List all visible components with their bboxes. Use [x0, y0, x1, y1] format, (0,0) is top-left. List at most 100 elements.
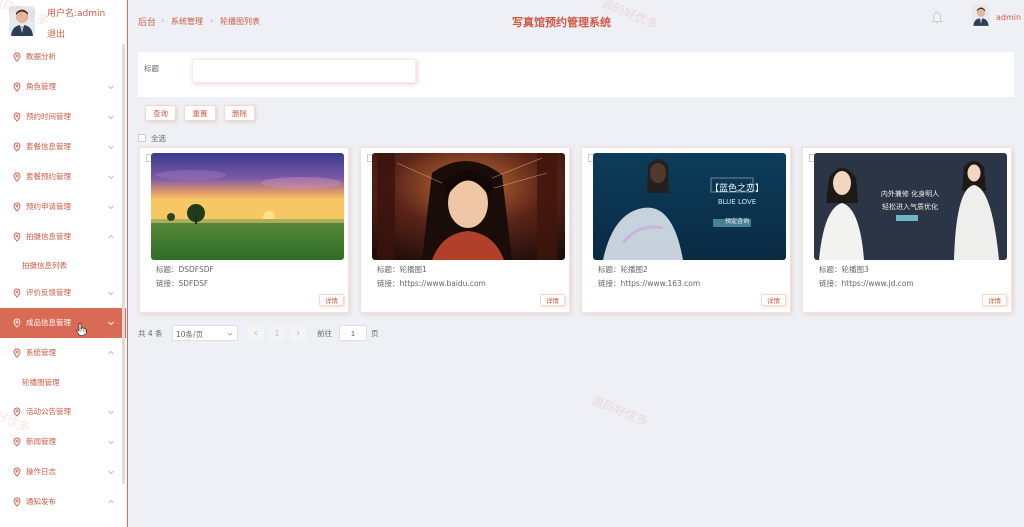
sidebar-item-booking-time[interactable]: 预约时间管理 [0, 102, 126, 132]
location-pin-icon [13, 407, 21, 417]
carousel-image [151, 153, 344, 260]
chevron-down-icon [108, 145, 114, 150]
chevron-down-icon [227, 332, 233, 336]
sidebar-item-package-booking[interactable]: 套餐预约管理 [0, 162, 126, 192]
sidebar-subitem-carousel[interactable]: 轮播图管理 [0, 368, 126, 398]
carousel-card: 标题：DSDFSDF 链接：SDFDSF 详情 [139, 147, 349, 313]
card-title: 标题：DSDFSDF [156, 265, 214, 274]
page-title: 写真馆预约管理系统 [512, 16, 611, 29]
header-username[interactable]: admin [996, 13, 1021, 22]
sidebar-item-label: 活动公告管理 [26, 407, 71, 416]
sidebar-item-logs[interactable]: 操作日志 [0, 457, 126, 487]
pagination-total: 共 4 条 [138, 329, 163, 338]
banner-text: BLUE LOVE [717, 198, 757, 206]
sidebar-subitem-shoot-list[interactable]: 拍摄信息列表 [0, 251, 126, 281]
sidebar-item-label: 通知发布 [26, 497, 56, 506]
watermark: 源码好优多 [589, 393, 651, 429]
page-size-select[interactable]: 10条/页 [172, 325, 238, 341]
chevron-up-icon [108, 234, 114, 239]
breadcrumb-system[interactable]: 系统管理 [171, 16, 203, 27]
location-pin-icon [13, 142, 21, 152]
location-pin-icon [13, 172, 21, 182]
chevron-down-icon [108, 470, 114, 475]
breadcrumb-current: 轮播图列表 [220, 17, 260, 26]
sidebar-item-feedback[interactable]: 评价反馈管理 [0, 278, 126, 308]
logout-link[interactable]: 退出 [47, 27, 65, 40]
carousel-image [372, 153, 565, 260]
goto-page-input[interactable] [339, 325, 367, 341]
carousel-image: 【蓝色之恋】 BLUE LOVE 预定咨询 [593, 153, 786, 260]
banner-text: 预定咨询 [724, 218, 749, 225]
page-size-value: 10条/页 [176, 330, 204, 339]
location-pin-icon [13, 437, 21, 447]
location-pin-icon [13, 82, 21, 92]
carousel-image: 内外兼修 化身明人 轻松进入气质优化 [814, 153, 1007, 260]
sidebar-item-shoot-info[interactable]: 拍摄信息管理 [0, 222, 126, 252]
sidebar-item-label: 成品信息管理 [26, 318, 71, 327]
sidebar-item-package-info[interactable]: 套餐信息管理 [0, 132, 126, 162]
sidebar-item-product-info[interactable]: 成品信息管理 [0, 308, 126, 338]
bell-icon[interactable] [931, 11, 943, 24]
sidebar-item-label: 套餐预约管理 [26, 172, 71, 181]
card-title: 标题：轮播图1 [377, 265, 427, 274]
goto-unit-label: 页 [371, 329, 379, 338]
detail-button[interactable]: 详情 [540, 294, 565, 306]
search-label: 标题 [144, 64, 159, 73]
chevron-down-icon [108, 175, 114, 180]
chevron-right-icon [296, 330, 300, 336]
card-link: 链接：https://www.163.com [598, 279, 701, 288]
detail-button[interactable]: 详情 [982, 294, 1007, 306]
chevron-down-icon [108, 291, 114, 296]
location-pin-icon [13, 232, 21, 242]
sidebar-item-label: 操作日志 [26, 467, 56, 476]
breadcrumb-home[interactable]: 后台 [138, 15, 156, 28]
location-pin-icon [13, 348, 21, 358]
delete-button[interactable]: 删除 [224, 105, 255, 121]
chevron-up-icon [108, 350, 114, 355]
next-page-button[interactable] [290, 325, 306, 341]
goto-label: 前往 [317, 329, 332, 338]
sidebar-item-label: 评价反馈管理 [26, 288, 71, 297]
sidebar-item-notifications[interactable]: 通知发布 [0, 487, 126, 517]
card-link: 链接：SDFDSF [156, 279, 209, 288]
chevron-down-icon [108, 440, 114, 445]
sidebar-item-news[interactable]: 新闻管理 [0, 427, 126, 457]
carousel-card: 【蓝色之恋】 BLUE LOVE 预定咨询 标题：轮播图2 链接：https:/… [581, 147, 791, 313]
page-number-button[interactable]: 1 [269, 325, 285, 341]
breadcrumb-separator: › [161, 16, 165, 25]
sidebar-item-label: 预约申请管理 [26, 202, 71, 211]
username-label: 用户名:admin [47, 9, 106, 19]
hand-cursor-icon [76, 323, 87, 336]
sidebar: 用户名:admin 退出 数据分析 角色管理 预约时间管理 套餐信息管理 套餐预… [0, 0, 128, 527]
detail-button[interactable]: 详情 [761, 294, 786, 306]
location-pin-icon [13, 202, 21, 212]
sidebar-item-label: 拍摄信息列表 [22, 261, 67, 270]
select-all[interactable]: 全选 [138, 133, 166, 143]
sidebar-scrollbar[interactable] [122, 44, 125, 484]
detail-button[interactable]: 详情 [319, 294, 344, 306]
carousel-card: 标题：轮播图1 链接：https://www.baidu.com 详情 [360, 147, 570, 313]
card-title: 标题：轮播图3 [819, 265, 869, 274]
card-title: 标题：轮播图2 [598, 265, 648, 274]
location-pin-icon [13, 497, 21, 507]
location-pin-icon [13, 112, 21, 122]
top-header: 后台 › 系统管理 › 轮播图列表 写真馆预约管理系统 admin [128, 0, 1024, 44]
card-link: 链接：https://www.jd.com [819, 279, 914, 288]
sidebar-item-label: 预约时间管理 [26, 112, 71, 121]
location-pin-icon [13, 52, 21, 62]
query-button[interactable]: 查询 [145, 105, 176, 121]
reset-button[interactable]: 重置 [184, 105, 216, 121]
chevron-down-icon [108, 410, 114, 415]
sidebar-item-booking-request[interactable]: 预约申请管理 [0, 192, 126, 222]
sidebar-item-data-analysis[interactable]: 数据分析 [0, 42, 126, 72]
header-avatar[interactable] [972, 5, 990, 26]
prev-page-button[interactable] [248, 325, 264, 341]
sidebar-item-announcements[interactable]: 活动公告管理 [0, 397, 126, 427]
sidebar-item-system[interactable]: 系统管理 [0, 338, 126, 368]
card-link: 链接：https://www.baidu.com [377, 279, 486, 288]
select-all-checkbox[interactable] [138, 134, 146, 142]
avatar [9, 6, 35, 36]
sidebar-item-label: 数据分析 [26, 52, 56, 61]
sidebar-item-roles[interactable]: 角色管理 [0, 72, 126, 102]
title-search-input[interactable] [192, 59, 416, 83]
